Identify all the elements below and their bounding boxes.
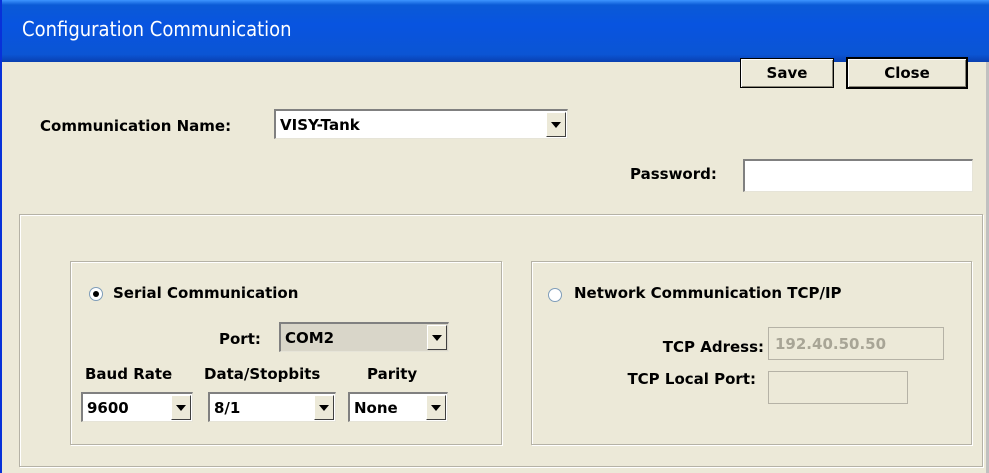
tcp-address-label: TCP Adress:: [662, 338, 764, 356]
parity-select[interactable]: None: [348, 392, 448, 422]
tcp-address-field[interactable]: 192.40.50.50: [768, 327, 944, 360]
config-communication-window: Configuration Communication Save Close C…: [0, 0, 989, 473]
connection-group: Serial Communication Port: COM2 Baud Rat…: [19, 214, 983, 467]
window-title: Configuration Communication: [22, 17, 292, 41]
password-label: Password:: [630, 165, 717, 183]
data-stopbits-value: 8/1: [214, 398, 241, 417]
title-bar[interactable]: Configuration Communication: [2, 0, 989, 62]
port-label: Port:: [219, 330, 261, 348]
chevron-down-icon[interactable]: [427, 325, 447, 350]
serial-label: Serial Communication: [113, 284, 299, 302]
port-value: COM2: [285, 328, 335, 347]
serial-radio[interactable]: [89, 287, 103, 301]
chevron-down-icon[interactable]: [171, 395, 191, 420]
communication-name-label: Communication Name:: [40, 117, 232, 135]
chevron-down-icon[interactable]: [546, 112, 566, 137]
dialog-body: Save Close Communication Name: VISY-Tank…: [2, 57, 989, 473]
chevron-down-icon[interactable]: [314, 395, 334, 420]
tcp-address-value: 192.40.50.50: [775, 334, 887, 353]
network-label: Network Communication TCP/IP: [574, 284, 842, 302]
communication-name-value: VISY-Tank: [280, 115, 360, 134]
close-button[interactable]: Close: [846, 57, 968, 89]
tcp-local-port-field[interactable]: [768, 371, 908, 404]
baud-rate-label: Baud Rate: [85, 365, 173, 383]
data-stopbits-select[interactable]: 8/1: [208, 392, 336, 422]
parity-value: None: [354, 398, 398, 417]
port-select[interactable]: COM2: [279, 322, 449, 352]
communication-name-select[interactable]: VISY-Tank: [274, 109, 568, 139]
radio-selected-icon: [93, 291, 99, 297]
save-button[interactable]: Save: [740, 58, 834, 88]
tcp-local-port-label: TCP Local Port:: [627, 370, 756, 388]
parity-label: Parity: [367, 365, 418, 383]
data-stopbits-label: Data/Stopbits: [204, 365, 321, 383]
baud-rate-select[interactable]: 9600: [81, 392, 193, 422]
network-group: Network Communication TCP/IP TCP Adress:…: [531, 261, 972, 445]
baud-rate-value: 9600: [87, 398, 129, 417]
serial-group: Serial Communication Port: COM2 Baud Rat…: [70, 261, 502, 445]
password-field[interactable]: [743, 159, 973, 192]
network-radio[interactable]: [548, 288, 562, 302]
chevron-down-icon[interactable]: [426, 395, 446, 420]
